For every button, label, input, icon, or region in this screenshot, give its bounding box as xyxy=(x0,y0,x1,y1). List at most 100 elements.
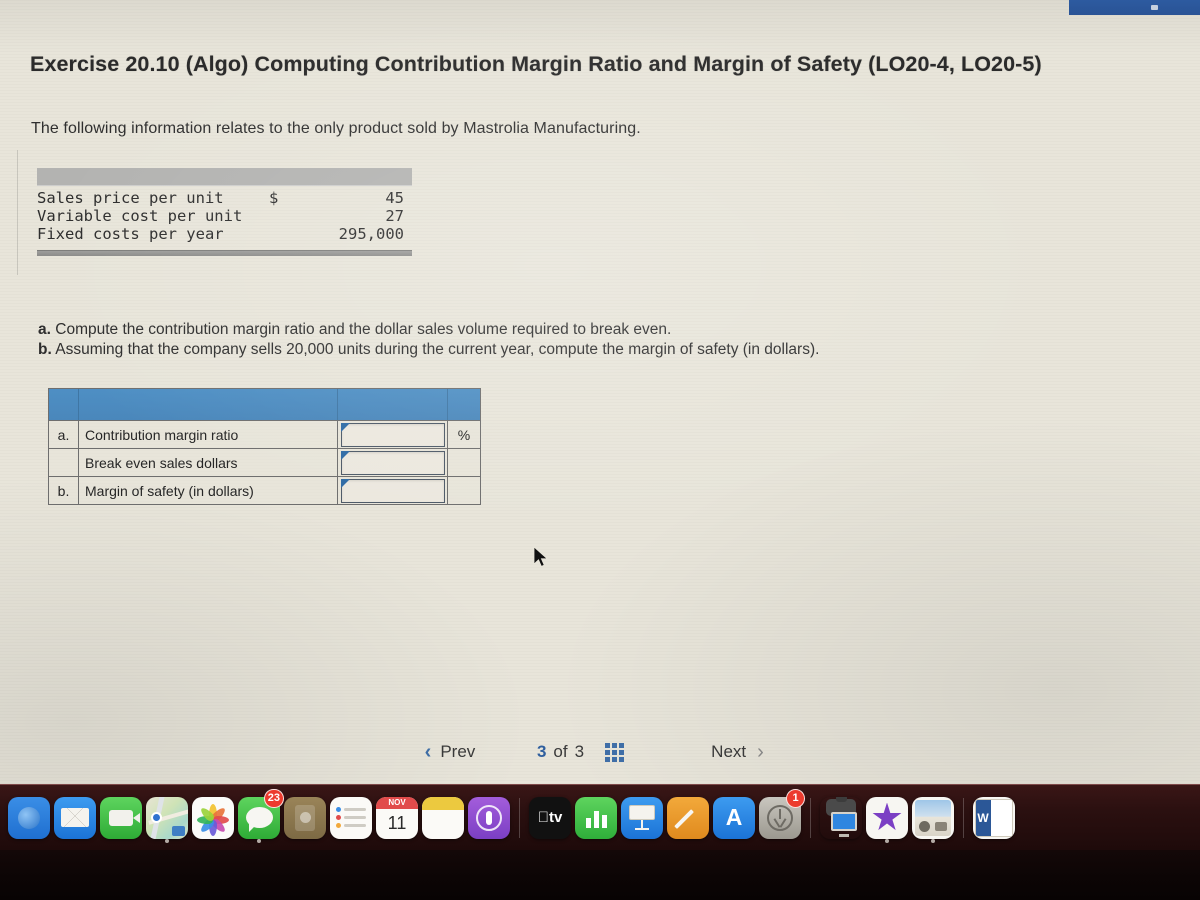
header-cell-unit xyxy=(448,389,480,420)
grid-3x3-icon[interactable] xyxy=(605,742,625,762)
break-even-sales-dollars-input[interactable] xyxy=(340,450,445,475)
row-label: Contribution margin ratio xyxy=(79,421,338,448)
row-value-cell xyxy=(338,477,448,504)
app-store-icon: A xyxy=(713,796,755,839)
image-capture-icon xyxy=(820,796,862,839)
answer-table-header-row xyxy=(49,389,480,420)
dock-item-maps[interactable] xyxy=(144,792,190,844)
numbers-icon xyxy=(575,796,617,839)
requirement-b-marker: b. xyxy=(38,341,52,358)
given-row-value: 27 xyxy=(385,207,404,225)
table-row: Sales price per unit $ 45 xyxy=(37,189,412,207)
running-indicator-dot xyxy=(931,838,935,843)
table-row: Fixed costs per year 295,000 xyxy=(37,225,412,243)
next-label: Next xyxy=(711,742,747,761)
prev-button[interactable]: ‹ Prev xyxy=(388,741,513,764)
row-value-cell xyxy=(338,421,448,448)
dock-item-facetime[interactable] xyxy=(98,792,144,844)
dock-item-preview[interactable] xyxy=(910,792,956,844)
dock-item-app-store[interactable]: A xyxy=(711,792,757,844)
pages-icon xyxy=(667,796,709,839)
dock-item-apple-tv[interactable]: tv xyxy=(527,792,573,844)
table-row: Break even sales dollars xyxy=(49,448,480,476)
dock-item-word[interactable]: W xyxy=(971,792,1017,844)
mouse-cursor xyxy=(533,546,549,567)
header-cell-index xyxy=(49,389,79,420)
imovie-icon xyxy=(866,796,908,839)
given-table-rows: Sales price per unit $ 45 Variable cost … xyxy=(37,186,412,243)
given-information-table: Sales price per unit $ 45 Variable cost … xyxy=(37,168,412,256)
given-row-label: Variable cost per unit xyxy=(37,207,243,225)
header-cell-value xyxy=(338,389,448,420)
apple-tv-icon: tv xyxy=(529,796,571,839)
notes-icon xyxy=(422,796,464,839)
total-pages: 3 xyxy=(574,742,585,761)
row-index: b. xyxy=(49,477,79,504)
given-row-value: 45 xyxy=(385,189,404,207)
answer-entry-table: a. Contribution margin ratio % Break eve… xyxy=(48,388,481,505)
row-unit xyxy=(448,477,480,504)
given-table-bottom-rule xyxy=(37,250,412,256)
laptop-bezel xyxy=(0,850,1200,900)
dock-item-finder[interactable] xyxy=(6,792,52,844)
margin-of-safety-input[interactable] xyxy=(340,478,445,503)
given-row-label: Fixed costs per year xyxy=(37,225,224,243)
dock-item-numbers[interactable] xyxy=(573,792,619,844)
maps-icon xyxy=(146,796,188,839)
contribution-margin-ratio-input[interactable] xyxy=(340,422,445,447)
table-row: Variable cost per unit 27 xyxy=(37,207,412,225)
given-row-label: Sales price per unit xyxy=(37,189,224,207)
dock-item-imovie[interactable] xyxy=(864,792,910,844)
page-indicator: 3 of 3 xyxy=(513,742,663,762)
podcasts-icon xyxy=(468,796,510,839)
row-index: a. xyxy=(49,421,79,448)
monitor-screen: Exercise 20.10 (Algo) Computing Contribu… xyxy=(0,0,1200,784)
row-index xyxy=(49,449,79,476)
preview-icon xyxy=(912,796,954,839)
dock-separator xyxy=(963,797,964,838)
dock-separator xyxy=(519,797,520,838)
mail-icon xyxy=(54,796,96,839)
requirement-b: b. Assuming that the company sells 20,00… xyxy=(38,340,1098,360)
dock-item-pages[interactable] xyxy=(665,792,711,844)
given-row-currency: $ xyxy=(269,189,279,207)
cell-marker-icon xyxy=(340,450,350,460)
given-table-header-bar xyxy=(37,168,412,186)
keynote-icon xyxy=(621,796,663,839)
finder-icon xyxy=(8,796,50,839)
dock-item-photos[interactable] xyxy=(190,792,236,844)
running-indicator-dot xyxy=(165,838,169,843)
page-title: Exercise 20.10 (Algo) Computing Contribu… xyxy=(30,52,1042,76)
table-row: a. Contribution margin ratio % xyxy=(49,420,480,448)
contacts-icon xyxy=(284,796,326,839)
chevron-right-icon: › xyxy=(757,740,764,763)
header-cell-label xyxy=(79,389,338,420)
chevron-left-icon: ‹ xyxy=(424,740,432,763)
cell-marker-icon xyxy=(340,422,350,432)
requirement-a: a. Compute the contribution margin ratio… xyxy=(38,320,1098,340)
dock-item-system-preferences[interactable]: 1 xyxy=(757,788,805,844)
dock-item-calendar[interactable]: NOV 11 xyxy=(374,792,420,844)
of-label: of xyxy=(553,742,568,761)
dock-item-contacts[interactable] xyxy=(282,792,328,844)
reminders-icon xyxy=(330,796,372,839)
dock-item-podcasts[interactable] xyxy=(466,792,512,844)
running-indicator-dot xyxy=(885,838,889,843)
calendar-icon: NOV 11 xyxy=(376,796,418,839)
row-unit: % xyxy=(457,426,471,443)
dock-item-image-capture[interactable] xyxy=(818,792,864,844)
running-indicator-dot xyxy=(257,838,261,843)
dock-item-notes[interactable] xyxy=(420,792,466,844)
dock-item-keynote[interactable] xyxy=(619,792,665,844)
dock-separator xyxy=(810,797,811,838)
dock-item-mail[interactable] xyxy=(52,792,98,844)
dock-item-messages[interactable]: 23 xyxy=(236,788,284,844)
notification-badge: 23 xyxy=(263,788,284,808)
cell-marker-icon xyxy=(340,478,350,488)
dock-item-reminders[interactable] xyxy=(328,792,374,844)
requirements-list: a. Compute the contribution margin ratio… xyxy=(38,320,1098,360)
notification-badge: 1 xyxy=(786,788,805,808)
next-button[interactable]: Next › xyxy=(663,741,813,764)
prev-label: Prev xyxy=(440,742,476,761)
table-row: b. Margin of safety (in dollars) xyxy=(49,476,480,504)
